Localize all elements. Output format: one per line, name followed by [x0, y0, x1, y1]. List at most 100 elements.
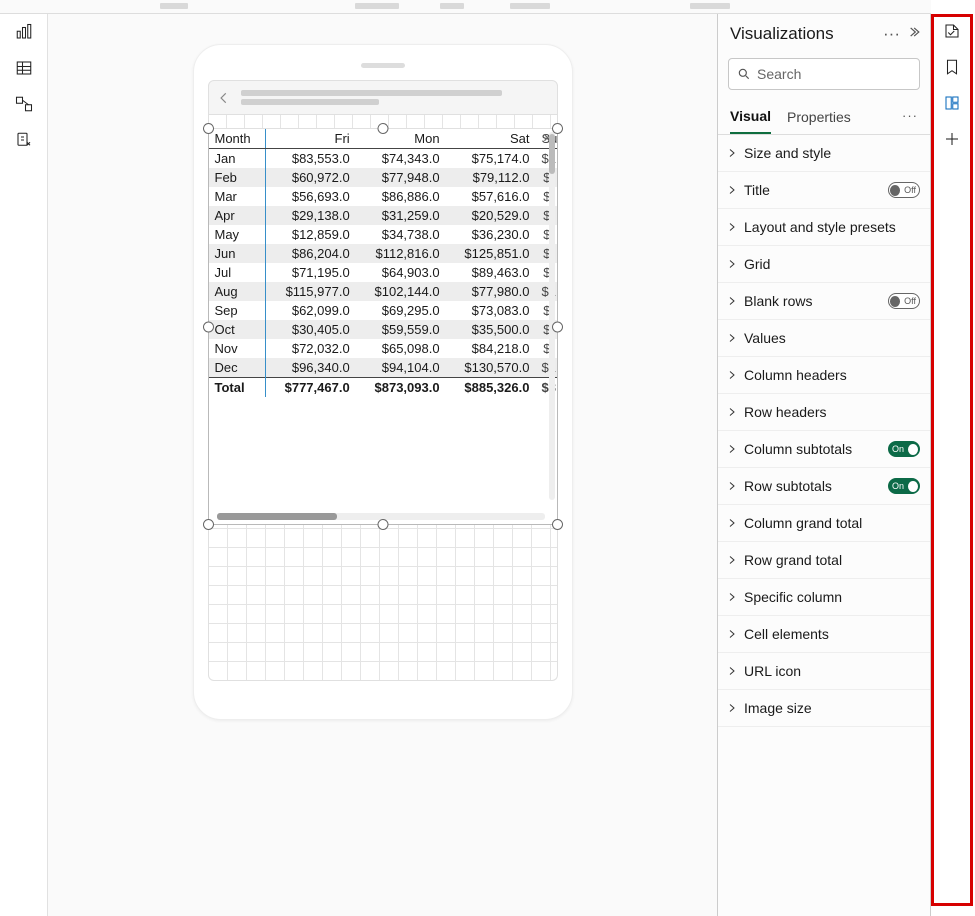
col-header[interactable]: Fri [265, 129, 355, 149]
row-label[interactable]: Dec [209, 358, 266, 378]
add-icon[interactable] [943, 130, 963, 150]
section-label: Column headers [744, 367, 920, 383]
table-row: Oct$30,405.0$59,559.0$35,500.0$ [209, 320, 557, 339]
resize-handle[interactable] [377, 519, 388, 530]
bookmark-icon[interactable] [943, 58, 963, 78]
table-row: May$12,859.0$34,738.0$36,230.0$ [209, 225, 557, 244]
resize-handle[interactable] [377, 123, 388, 134]
resize-handle[interactable] [552, 123, 563, 134]
format-section[interactable]: Size and style [718, 135, 930, 172]
total-cell: $873,093.0 [356, 378, 446, 398]
table-row: Jan$83,553.0$74,343.0$75,174.0$1 [209, 149, 557, 169]
bar-chart-icon[interactable] [14, 22, 34, 42]
format-section[interactable]: Cell elements [718, 616, 930, 653]
back-icon[interactable] [217, 91, 231, 105]
row-label[interactable]: Oct [209, 320, 266, 339]
vertical-scrollbar[interactable] [549, 132, 555, 500]
cell: $112,816.0 [356, 244, 446, 263]
toggle[interactable]: On [888, 478, 920, 494]
cell: $30,405.0 [265, 320, 355, 339]
row-label[interactable]: May [209, 225, 266, 244]
chevron-right-icon [726, 332, 738, 344]
table-row: Feb$60,972.0$77,948.0$79,112.0$ [209, 168, 557, 187]
search-input[interactable]: Search [728, 58, 920, 90]
resize-handle[interactable] [203, 519, 214, 530]
cell: $59,559.0 [356, 320, 446, 339]
row-label[interactable]: Jun [209, 244, 266, 263]
format-section[interactable]: Grid [718, 246, 930, 283]
cell: $89,463.0 [446, 263, 536, 282]
row-label[interactable]: Nov [209, 339, 266, 358]
tab-visual[interactable]: Visual [730, 102, 771, 134]
format-section[interactable]: Values [718, 320, 930, 357]
col-header[interactable]: Mon [356, 129, 446, 149]
matrix-visual[interactable]: ✕ Month Fri Mon Sat Sun Jan$83,553.0$74,… [208, 129, 558, 525]
resize-handle[interactable] [203, 123, 214, 134]
selection-pane-icon[interactable] [943, 94, 963, 114]
panel-more-icon[interactable]: ··· [883, 24, 900, 44]
chevron-right-icon [726, 517, 738, 529]
format-section[interactable]: Column grand total [718, 505, 930, 542]
format-section[interactable]: Specific column [718, 579, 930, 616]
row-label[interactable]: Jul [209, 263, 266, 282]
search-placeholder: Search [757, 66, 801, 82]
table-icon[interactable] [14, 58, 34, 78]
layout-grid-bottom[interactable] [208, 525, 558, 681]
toggle[interactable]: On [888, 441, 920, 457]
total-cell: $885,326.0 [446, 378, 536, 398]
resize-handle[interactable] [552, 321, 563, 332]
tabs-more-icon[interactable]: ··· [902, 108, 918, 129]
table-row: Dec$96,340.0$94,104.0$130,570.0$1 [209, 358, 557, 378]
format-section[interactable]: Column subtotalsOn [718, 431, 930, 468]
format-section[interactable]: URL icon [718, 653, 930, 690]
chevron-right-icon [726, 258, 738, 270]
format-pane-icon[interactable] [943, 22, 963, 42]
panel-collapse-icon[interactable] [906, 24, 920, 44]
col-header[interactable]: Sat [446, 129, 536, 149]
format-section[interactable]: Row headers [718, 394, 930, 431]
row-label[interactable]: Jan [209, 149, 266, 169]
dax-icon[interactable] [14, 130, 34, 150]
report-canvas[interactable]: ✕ Month Fri Mon Sat Sun Jan$83,553.0$74,… [48, 0, 717, 916]
cell: $72,032.0 [265, 339, 355, 358]
chevron-right-icon [726, 147, 738, 159]
chevron-right-icon [726, 221, 738, 233]
chevron-right-icon [726, 443, 738, 455]
format-section[interactable]: Image size [718, 690, 930, 727]
format-section[interactable]: Column headers [718, 357, 930, 394]
tab-properties[interactable]: Properties [787, 103, 851, 133]
row-label[interactable]: Feb [209, 168, 266, 187]
cell: $56,693.0 [265, 187, 355, 206]
cell: $20,529.0 [446, 206, 536, 225]
cell: $73,083.0 [446, 301, 536, 320]
resize-handle[interactable] [552, 519, 563, 530]
toggle[interactable]: Off [888, 293, 920, 309]
format-section[interactable]: Row grand total [718, 542, 930, 579]
matrix-table: Month Fri Mon Sat Sun Jan$83,553.0$74,34… [209, 129, 557, 397]
section-label: Title [744, 182, 882, 198]
cell: $29,138.0 [265, 206, 355, 225]
section-label: Specific column [744, 589, 920, 605]
chevron-right-icon [726, 480, 738, 492]
chevron-right-icon [726, 554, 738, 566]
section-label: Blank rows [744, 293, 882, 309]
cell: $115,977.0 [265, 282, 355, 301]
row-label[interactable]: Mar [209, 187, 266, 206]
cell: $12,859.0 [265, 225, 355, 244]
cell: $31,259.0 [356, 206, 446, 225]
resize-handle[interactable] [203, 321, 214, 332]
row-label[interactable]: Apr [209, 206, 266, 225]
phone-speaker [361, 63, 405, 68]
search-icon [737, 67, 751, 81]
row-label[interactable]: Aug [209, 282, 266, 301]
row-label[interactable]: Sep [209, 301, 266, 320]
format-section[interactable]: Blank rows Off [718, 283, 930, 320]
format-section[interactable]: Layout and style presets [718, 209, 930, 246]
row-header-label[interactable]: Month [209, 129, 266, 149]
cell: $125,851.0 [446, 244, 536, 263]
format-section[interactable]: Title Off [718, 172, 930, 209]
visualizations-panel: Visualizations ··· Search Visual Propert… [717, 0, 931, 916]
model-icon[interactable] [14, 94, 34, 114]
format-section[interactable]: Row subtotalsOn [718, 468, 930, 505]
toggle[interactable]: Off [888, 182, 920, 198]
